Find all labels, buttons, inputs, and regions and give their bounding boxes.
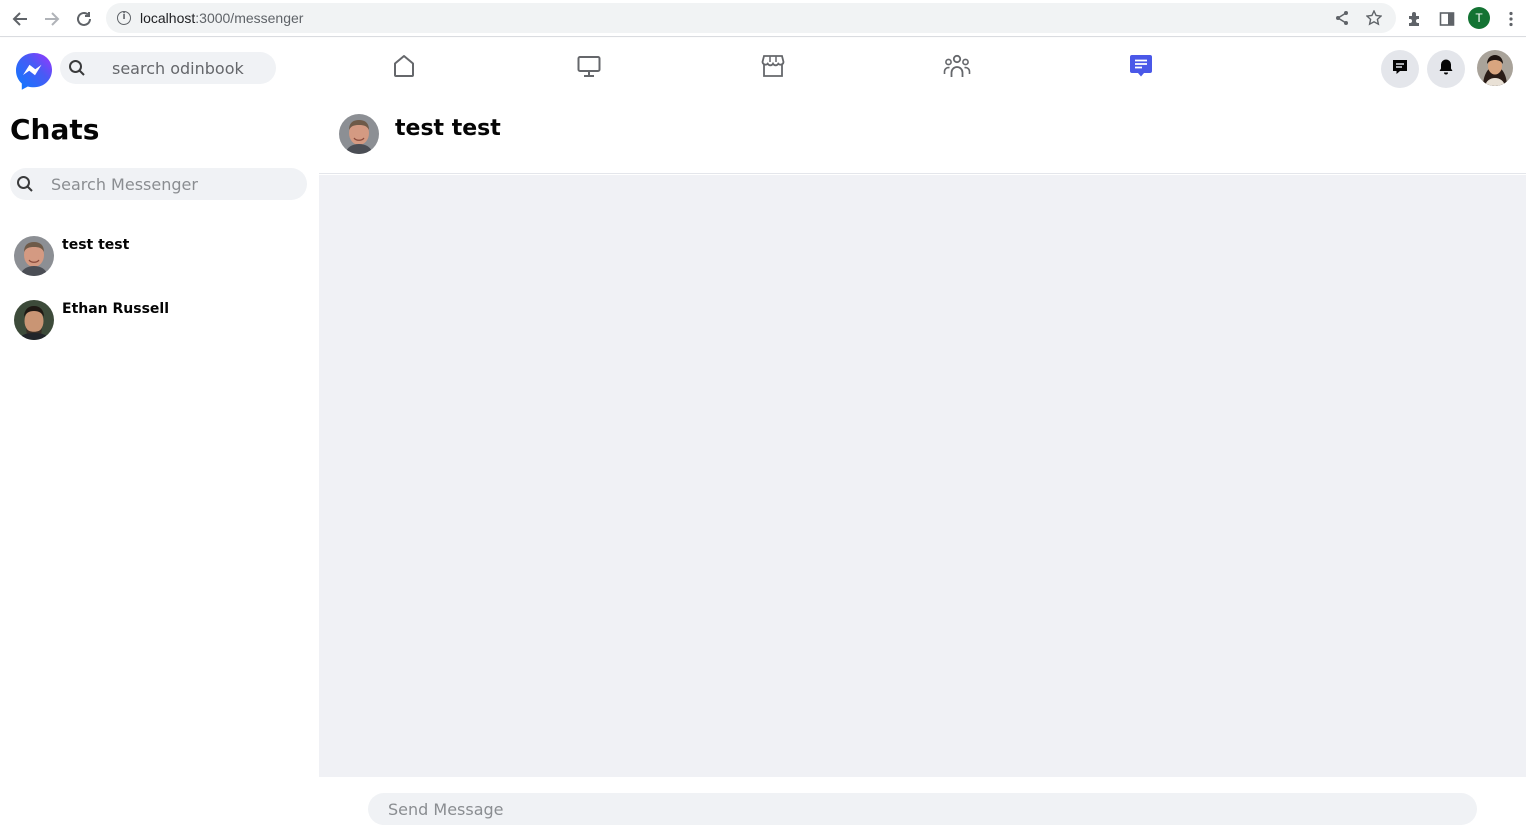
chat-icon bbox=[1127, 52, 1155, 84]
forward-icon[interactable] bbox=[40, 7, 64, 31]
side-panel-icon[interactable] bbox=[1435, 7, 1459, 31]
message-icon bbox=[1391, 58, 1409, 80]
conversation-title: test test bbox=[395, 116, 501, 141]
browser-profile-avatar[interactable]: T bbox=[1468, 7, 1490, 29]
tab-groups[interactable] bbox=[941, 52, 973, 84]
browser-toolbar: i localhost:3000/messenger T bbox=[0, 0, 1526, 37]
home-icon bbox=[391, 53, 417, 83]
people-icon bbox=[943, 52, 971, 84]
site-info-icon[interactable]: i bbox=[117, 11, 131, 25]
tab-home[interactable] bbox=[388, 52, 420, 84]
avatar[interactable] bbox=[339, 114, 379, 154]
bell-icon bbox=[1437, 58, 1455, 80]
back-icon[interactable] bbox=[8, 7, 32, 31]
profile-avatar[interactable] bbox=[1477, 50, 1513, 86]
extensions-icon[interactable] bbox=[1403, 7, 1427, 31]
global-search[interactable] bbox=[60, 52, 276, 84]
kebab-menu-icon[interactable] bbox=[1499, 7, 1523, 31]
send-message-input[interactable] bbox=[368, 793, 1477, 825]
address-bar[interactable]: i localhost:3000/messenger bbox=[106, 3, 1396, 33]
chats-sidebar: Chats test test Ethan Russell bbox=[0, 98, 319, 840]
notifications-button[interactable] bbox=[1427, 50, 1465, 88]
conversation-header: test test bbox=[319, 98, 1526, 174]
search-icon bbox=[68, 59, 86, 81]
chat-list-item[interactable]: Ethan Russell bbox=[14, 300, 304, 342]
store-icon bbox=[760, 53, 786, 83]
global-search-input[interactable] bbox=[112, 57, 272, 79]
monitor-icon bbox=[576, 53, 602, 83]
messenger-search-input[interactable] bbox=[51, 173, 301, 195]
avatar bbox=[14, 300, 54, 340]
messenger-logo-icon[interactable] bbox=[14, 51, 54, 91]
bookmark-star-icon[interactable] bbox=[1362, 6, 1386, 30]
share-icon[interactable] bbox=[1330, 6, 1354, 30]
chat-name: test test bbox=[62, 237, 130, 253]
app-header bbox=[0, 38, 1526, 98]
tab-watch[interactable] bbox=[573, 52, 605, 84]
search-icon bbox=[16, 175, 34, 197]
tab-marketplace[interactable] bbox=[757, 52, 789, 84]
message-thread bbox=[319, 175, 1526, 777]
avatar bbox=[14, 236, 54, 276]
messenger-search[interactable] bbox=[10, 168, 307, 200]
reload-icon[interactable] bbox=[72, 7, 96, 31]
chat-list-item[interactable]: test test bbox=[14, 236, 304, 278]
chats-title: Chats bbox=[10, 113, 100, 146]
message-composer bbox=[319, 777, 1526, 840]
url-text: localhost:3000/messenger bbox=[140, 10, 304, 26]
tab-messenger[interactable] bbox=[1125, 52, 1157, 84]
chat-name: Ethan Russell bbox=[62, 301, 170, 317]
messages-button[interactable] bbox=[1381, 50, 1419, 88]
